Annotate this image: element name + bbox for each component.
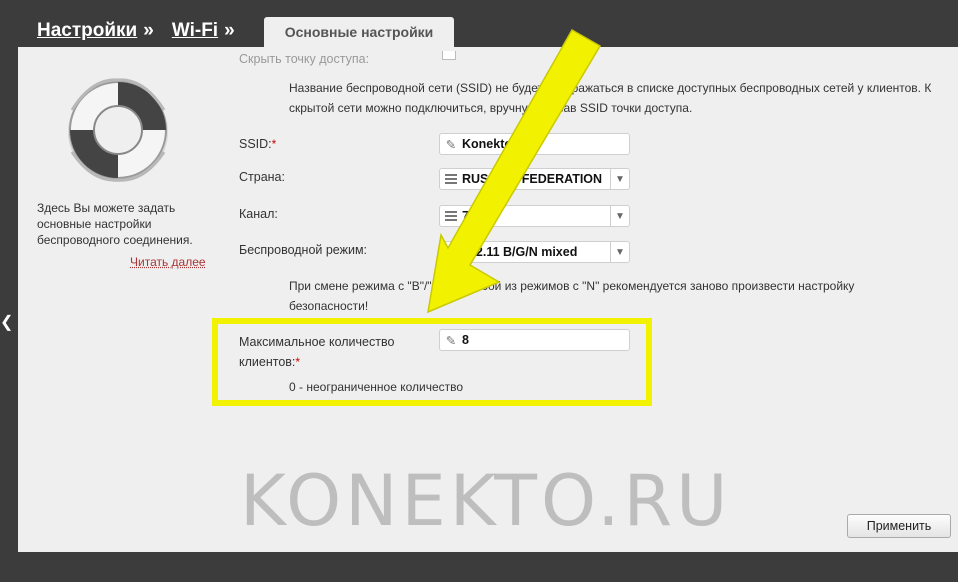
list-icon bbox=[440, 247, 462, 257]
mode-note: При смене режима с "B"/"G" на любой из р… bbox=[289, 279, 855, 313]
sidebar-description: Здесь Вы можете задать основные настройк… bbox=[37, 201, 193, 247]
ssid-value: Konekto.R bbox=[462, 137, 525, 151]
mode-select[interactable]: 802.11 B/G/N mixed ▼ bbox=[439, 241, 630, 263]
breadcrumb-separator: » bbox=[143, 20, 154, 41]
chevron-down-icon: ▼ bbox=[610, 242, 629, 262]
hide-ap-label: Скрыть точку доступа: bbox=[239, 52, 370, 66]
ssid-label: SSID:* bbox=[239, 137, 277, 151]
hide-ap-checkbox[interactable] bbox=[442, 51, 456, 60]
breadcrumb: Настройки » Wi-Fi » bbox=[37, 20, 253, 42]
list-icon bbox=[440, 174, 462, 184]
highlight-frame bbox=[212, 318, 652, 406]
channel-value: 7 bbox=[462, 209, 469, 223]
breadcrumb-settings-link[interactable]: Настройки bbox=[37, 20, 137, 41]
read-more-link[interactable]: Читать далее bbox=[130, 255, 206, 269]
lifebuoy-icon bbox=[68, 78, 168, 182]
mode-value: 802.11 B/G/N mixed bbox=[462, 245, 578, 259]
breadcrumb-wifi-link[interactable]: Wi-Fi bbox=[172, 20, 218, 41]
breadcrumb-separator: » bbox=[224, 20, 235, 41]
pencil-icon: ✎ bbox=[445, 137, 457, 152]
watermark-text: KONEKTO.RU bbox=[240, 460, 732, 542]
mode-label: Беспроводной режим: bbox=[239, 243, 368, 257]
country-select[interactable]: RUSSIAN FEDERATION ▼ bbox=[439, 168, 630, 190]
apply-button[interactable]: Применить bbox=[847, 514, 951, 538]
collapse-arrow-icon[interactable]: ❮ bbox=[0, 314, 13, 332]
channel-label: Канал: bbox=[239, 207, 278, 221]
channel-select[interactable]: 7 ▼ bbox=[439, 205, 630, 227]
hide-ap-note: Название беспроводной сети (SSID) не буд… bbox=[289, 81, 932, 115]
tab-basic-settings[interactable]: Основные настройки bbox=[264, 17, 454, 47]
country-value: RUSSIAN FEDERATION bbox=[462, 172, 603, 186]
ssid-input[interactable]: ✎ Konekto.R bbox=[439, 133, 630, 155]
chevron-down-icon: ▼ bbox=[610, 206, 629, 226]
country-label: Страна: bbox=[239, 170, 285, 184]
list-icon bbox=[440, 211, 462, 221]
chevron-down-icon: ▼ bbox=[610, 169, 629, 189]
